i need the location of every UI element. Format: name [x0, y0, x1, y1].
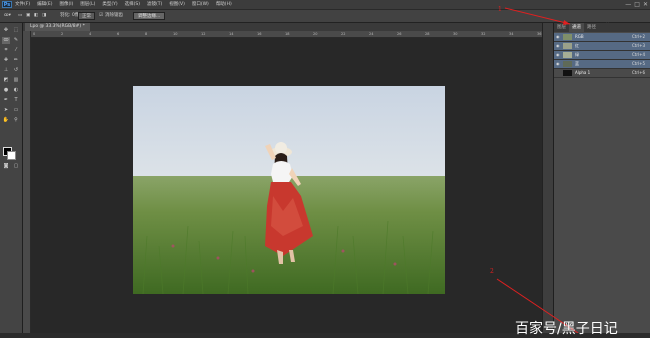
annotation-overlay	[496, 7, 579, 333]
annotation-arrow-1	[504, 7, 571, 25]
annotation-number-1: 1	[498, 6, 502, 13]
annotation-number-2: 2	[490, 268, 494, 275]
watermark: 百家号/黑子日记	[515, 321, 618, 337]
